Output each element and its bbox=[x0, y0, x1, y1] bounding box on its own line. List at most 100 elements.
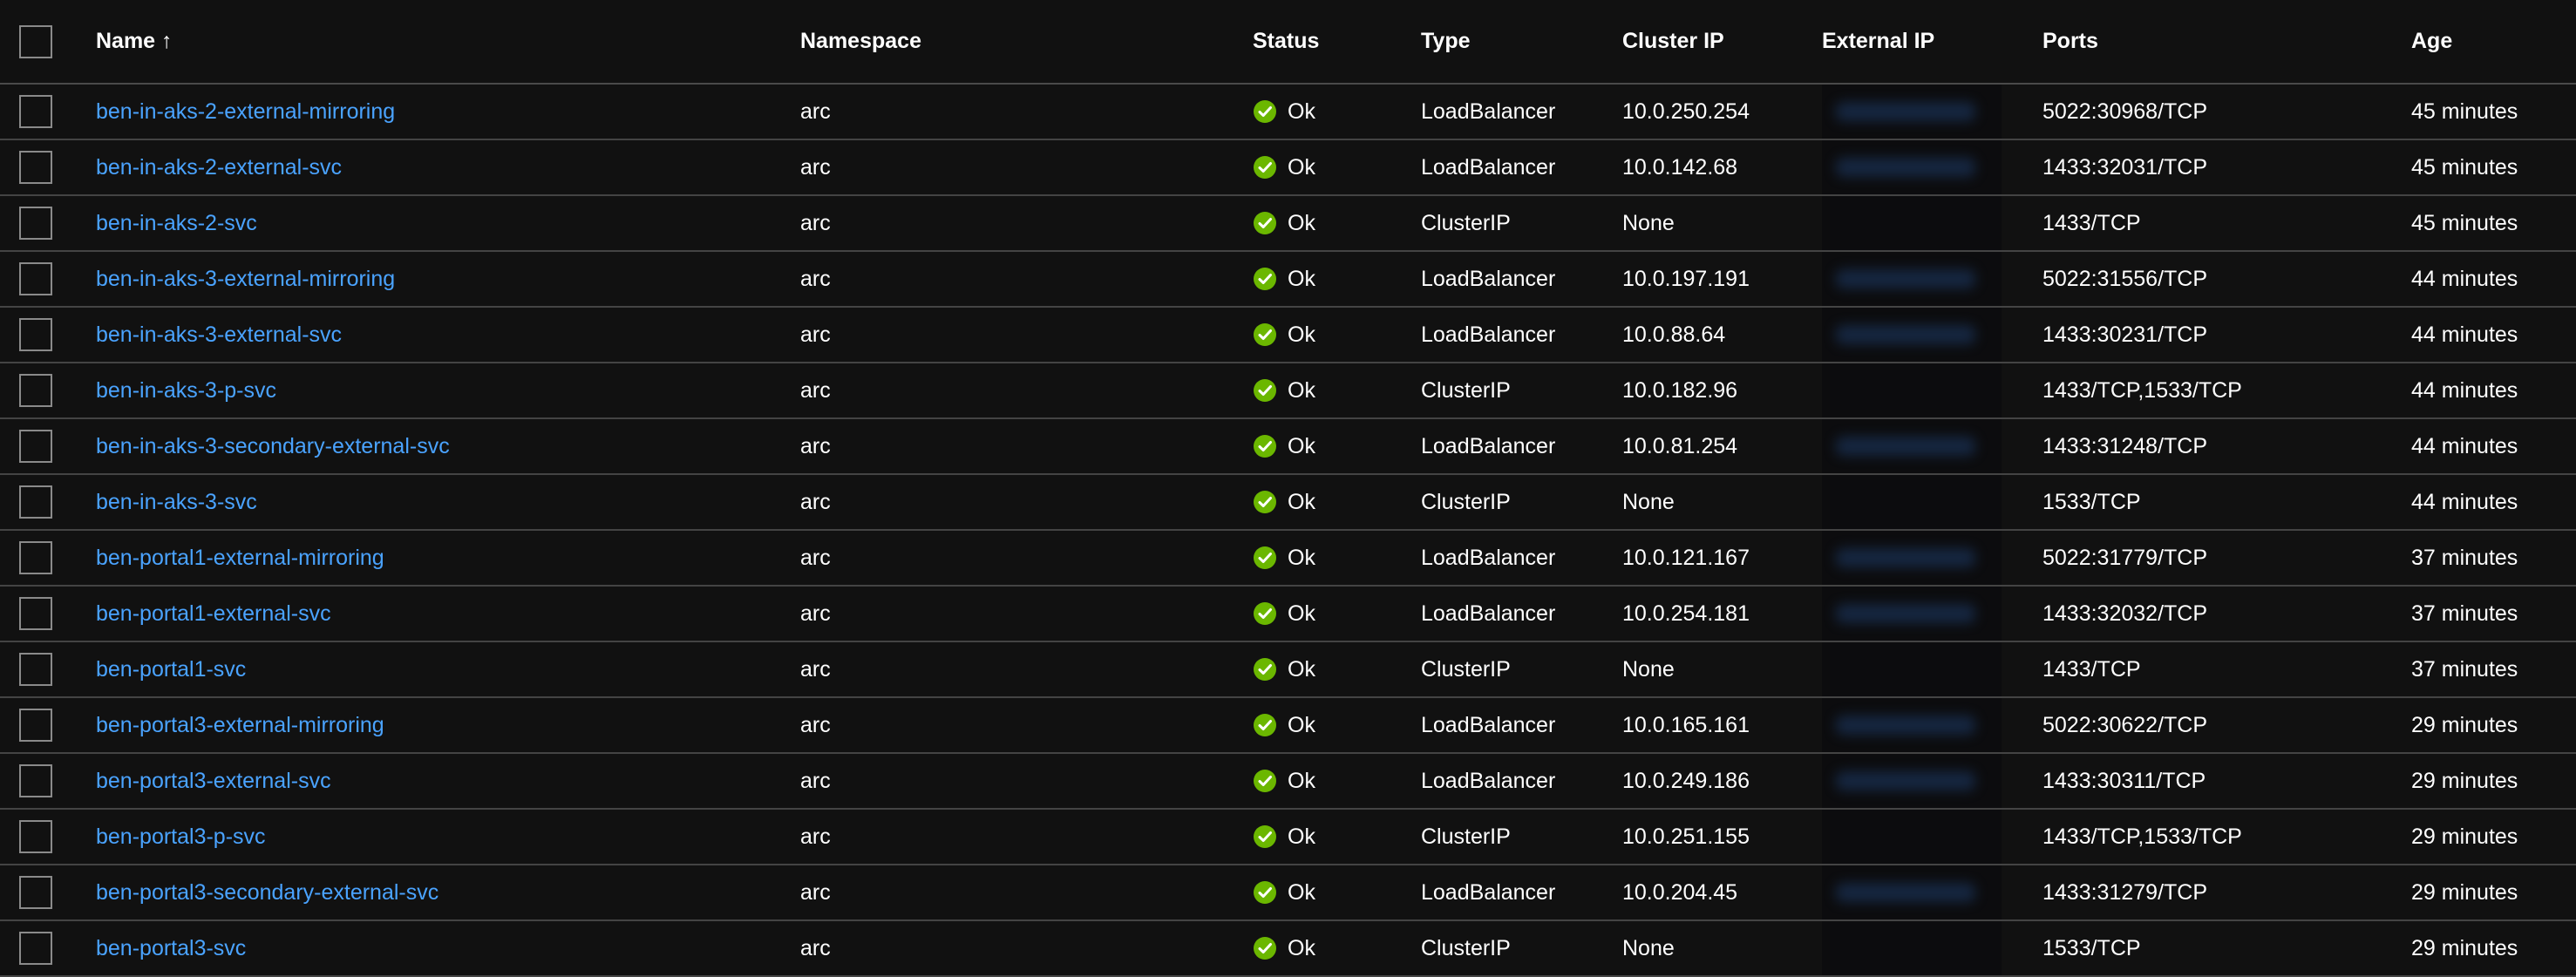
service-name-link[interactable]: ben-in-aks-2-external-svc bbox=[96, 155, 342, 180]
table-row[interactable]: ben-portal3-external-svc arc Ok LoadBala… bbox=[0, 754, 2576, 810]
row-checkbox[interactable] bbox=[19, 597, 52, 630]
external-ip-redaction bbox=[1822, 865, 2002, 919]
age-cell: 44 minutes bbox=[2411, 433, 2518, 458]
table-row[interactable]: ben-portal1-external-svc arc Ok LoadBala… bbox=[0, 587, 2576, 642]
table-row[interactable]: ben-portal3-secondary-external-svc arc O… bbox=[0, 865, 2576, 921]
namespace-cell: arc bbox=[800, 322, 831, 347]
ports-cell: 1433:30231/TCP bbox=[2042, 322, 2208, 347]
service-name-link[interactable]: ben-in-aks-2-external-mirroring bbox=[96, 99, 395, 125]
table-row[interactable]: ben-in-aks-2-external-svc arc Ok LoadBal… bbox=[0, 140, 2576, 196]
service-name-link[interactable]: ben-portal3-p-svc bbox=[96, 824, 266, 850]
services-table: Name ↑ Namespace Status Type Cluster IP … bbox=[0, 0, 2576, 977]
service-name-link[interactable]: ben-in-aks-3-external-mirroring bbox=[96, 267, 395, 292]
ports-cell: 5022:31556/TCP bbox=[2042, 266, 2208, 291]
service-name-link[interactable]: ben-portal1-svc bbox=[96, 657, 246, 682]
row-select-cell bbox=[19, 587, 54, 641]
check-circle-icon bbox=[1254, 156, 1276, 179]
namespace-cell: arc bbox=[800, 656, 831, 682]
service-name-link[interactable]: ben-portal3-external-svc bbox=[96, 769, 331, 794]
table-row[interactable]: ben-in-aks-3-svc arc Ok ClusterIP None 1… bbox=[0, 475, 2576, 531]
external-ip-redaction bbox=[1822, 196, 2002, 250]
status-label: Ok bbox=[1288, 879, 1315, 905]
external-ip-redaction bbox=[1822, 252, 2002, 306]
row-checkbox[interactable] bbox=[19, 374, 52, 407]
service-name-link[interactable]: ben-portal3-svc bbox=[96, 936, 246, 961]
service-name-link[interactable]: ben-portal1-external-svc bbox=[96, 601, 331, 627]
service-name-link[interactable]: ben-in-aks-3-svc bbox=[96, 490, 257, 515]
service-name-link[interactable]: ben-portal3-external-mirroring bbox=[96, 713, 384, 738]
ports-cell: 1433/TCP,1533/TCP bbox=[2042, 824, 2242, 849]
status-cell: Ok bbox=[1253, 531, 1315, 585]
table-row[interactable]: ben-portal3-p-svc arc Ok ClusterIP 10.0.… bbox=[0, 810, 2576, 865]
row-checkbox[interactable] bbox=[19, 262, 52, 295]
row-checkbox[interactable] bbox=[19, 820, 52, 853]
row-checkbox[interactable] bbox=[19, 932, 52, 965]
service-name-link[interactable]: ben-in-aks-3-secondary-external-svc bbox=[96, 434, 450, 459]
row-checkbox[interactable] bbox=[19, 95, 52, 128]
ports-cell: 1433/TCP,1533/TCP bbox=[2042, 377, 2242, 403]
external-ip-blurred-value bbox=[1836, 325, 1975, 344]
ports-cell: 5022:30622/TCP bbox=[2042, 712, 2208, 737]
age-cell: 44 minutes bbox=[2411, 489, 2518, 514]
row-checkbox[interactable] bbox=[19, 541, 52, 574]
status-label: Ok bbox=[1288, 377, 1315, 403]
check-circle-icon bbox=[1254, 323, 1276, 346]
row-checkbox[interactable] bbox=[19, 151, 52, 184]
table-row[interactable]: ben-in-aks-3-external-mirroring arc Ok L… bbox=[0, 252, 2576, 308]
name-cell: ben-in-aks-3-external-svc bbox=[96, 308, 342, 362]
service-name-link[interactable]: ben-in-aks-3-p-svc bbox=[96, 378, 276, 404]
age-cell: 29 minutes bbox=[2411, 768, 2518, 793]
name-cell: ben-in-aks-2-external-mirroring bbox=[96, 85, 395, 139]
column-header-age[interactable]: Age bbox=[2411, 0, 2452, 83]
table-row[interactable]: ben-in-aks-3-secondary-external-svc arc … bbox=[0, 419, 2576, 475]
status-cell: Ok bbox=[1253, 865, 1315, 919]
external-ip-cell bbox=[1822, 363, 2002, 417]
type-cell: LoadBalancer bbox=[1421, 600, 1556, 626]
table-row[interactable]: ben-portal3-svc arc Ok ClusterIP None 15… bbox=[0, 921, 2576, 977]
table-row[interactable]: ben-portal1-svc arc Ok ClusterIP None 14… bbox=[0, 642, 2576, 698]
table-row[interactable]: ben-portal3-external-mirroring arc Ok Lo… bbox=[0, 698, 2576, 754]
type-cell: LoadBalancer bbox=[1421, 322, 1556, 347]
age-cell: 44 minutes bbox=[2411, 266, 2518, 291]
external-ip-redaction bbox=[1822, 419, 2002, 473]
column-header-type[interactable]: Type bbox=[1421, 0, 1471, 83]
column-header-name[interactable]: Name ↑ bbox=[96, 0, 173, 83]
row-checkbox[interactable] bbox=[19, 653, 52, 686]
column-header-namespace[interactable]: Namespace bbox=[800, 0, 921, 83]
table-row[interactable]: ben-in-aks-2-svc arc Ok ClusterIP None 1… bbox=[0, 196, 2576, 252]
table-row[interactable]: ben-portal1-external-mirroring arc Ok Lo… bbox=[0, 531, 2576, 587]
type-cell: LoadBalancer bbox=[1421, 879, 1556, 905]
row-checkbox[interactable] bbox=[19, 207, 52, 240]
service-name-link[interactable]: ben-portal1-external-mirroring bbox=[96, 546, 384, 571]
table-row[interactable]: ben-in-aks-3-p-svc arc Ok ClusterIP 10.0… bbox=[0, 363, 2576, 419]
service-name-link[interactable]: ben-in-aks-3-external-svc bbox=[96, 322, 342, 348]
namespace-cell: arc bbox=[800, 768, 831, 793]
table-row[interactable]: ben-in-aks-2-external-mirroring arc Ok L… bbox=[0, 85, 2576, 140]
external-ip-blurred-value bbox=[1836, 883, 1975, 902]
column-header-status[interactable]: Status bbox=[1253, 0, 1319, 83]
status-cell: Ok bbox=[1253, 419, 1315, 473]
name-cell: ben-in-aks-3-svc bbox=[96, 475, 257, 529]
column-header-ports[interactable]: Ports bbox=[2042, 0, 2098, 83]
select-all-checkbox[interactable] bbox=[19, 24, 52, 58]
external-ip-cell bbox=[1822, 419, 2002, 473]
status-label: Ok bbox=[1288, 154, 1315, 180]
external-ip-cell bbox=[1822, 140, 2002, 194]
column-header-cluster-ip[interactable]: Cluster IP bbox=[1622, 0, 1724, 83]
row-checkbox[interactable] bbox=[19, 876, 52, 909]
type-cell: LoadBalancer bbox=[1421, 768, 1556, 793]
service-name-link[interactable]: ben-in-aks-2-svc bbox=[96, 211, 257, 236]
row-checkbox[interactable] bbox=[19, 318, 52, 351]
type-cell: LoadBalancer bbox=[1421, 154, 1556, 180]
type-cell: LoadBalancer bbox=[1421, 545, 1556, 570]
service-name-link[interactable]: ben-portal3-secondary-external-svc bbox=[96, 880, 438, 906]
age-cell: 29 minutes bbox=[2411, 879, 2518, 905]
row-select-cell bbox=[19, 754, 54, 808]
column-header-external-ip[interactable]: External IP bbox=[1822, 0, 2002, 83]
row-checkbox[interactable] bbox=[19, 485, 52, 519]
row-checkbox[interactable] bbox=[19, 430, 52, 463]
table-row[interactable]: ben-in-aks-3-external-svc arc Ok LoadBal… bbox=[0, 308, 2576, 363]
name-cell: ben-portal1-external-svc bbox=[96, 587, 331, 641]
row-checkbox[interactable] bbox=[19, 764, 52, 797]
row-checkbox[interactable] bbox=[19, 709, 52, 742]
